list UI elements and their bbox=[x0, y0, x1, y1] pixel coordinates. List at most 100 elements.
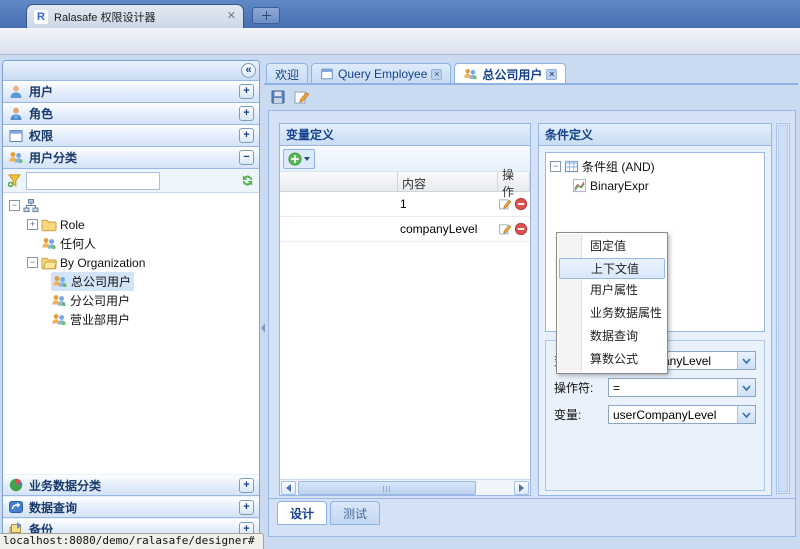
user-icon bbox=[8, 84, 24, 100]
expand-expander-icon[interactable]: + bbox=[27, 219, 38, 230]
tree-node-label: By Organization bbox=[60, 256, 145, 270]
tree-node-sales-users[interactable]: 营业部用户 bbox=[3, 310, 259, 329]
menu-item-fixed-value[interactable]: 固定值 bbox=[557, 235, 667, 258]
new-tab-button[interactable] bbox=[252, 7, 280, 24]
horizontal-scrollbar[interactable] bbox=[280, 479, 530, 495]
menu-item-business-data-attribute[interactable]: 业务数据属性 bbox=[557, 302, 667, 325]
tab-hq-users[interactable]: 总公司用户 × bbox=[454, 63, 566, 84]
dropdown-caret-icon bbox=[304, 157, 310, 161]
tree-node-label: 营业部用户 bbox=[70, 311, 130, 328]
sidebar-item-user-category[interactable]: 用户分类 − bbox=[3, 147, 259, 169]
collapse-expander-icon[interactable]: − bbox=[27, 257, 38, 268]
tree-node-label: 分公司用户 bbox=[70, 292, 130, 309]
tree-node-hq-users[interactable]: 总公司用户 bbox=[3, 272, 259, 291]
user-group-icon bbox=[51, 312, 67, 328]
tab-close-icon[interactable]: × bbox=[546, 69, 557, 80]
expand-toggle-icon[interactable]: + bbox=[239, 500, 254, 515]
menu-item-user-attribute[interactable]: 用户属性 bbox=[557, 279, 667, 302]
tree-node-by-organization[interactable]: − By Organization bbox=[3, 253, 259, 272]
right-variable-select[interactable]: userCompanyLevel bbox=[608, 405, 756, 424]
edit-row-icon[interactable] bbox=[498, 222, 512, 236]
select-value: = bbox=[609, 379, 737, 396]
collapse-expander-icon[interactable]: − bbox=[550, 161, 561, 172]
scroll-right-button[interactable] bbox=[514, 481, 529, 495]
user-group-icon bbox=[51, 293, 67, 309]
tab-query-employee[interactable]: Query Employee × bbox=[311, 63, 451, 84]
table-row[interactable]: companyLevel bbox=[280, 217, 530, 242]
table-row[interactable]: 1 bbox=[280, 192, 530, 217]
app-window: R Ralasafe 权限设计器 ✕ localhost:8080/demo/r… bbox=[0, 0, 800, 549]
add-plus-icon bbox=[288, 152, 302, 166]
sidebar-item-data-query[interactable]: 数据查询 + bbox=[3, 496, 259, 518]
collapse-toggle-icon[interactable]: − bbox=[239, 150, 254, 165]
category-filter-bar bbox=[3, 169, 259, 193]
browser-tab[interactable]: R Ralasafe 权限设计器 ✕ bbox=[26, 4, 244, 28]
refresh-icon[interactable] bbox=[240, 173, 255, 188]
filter-funnel-icon[interactable] bbox=[7, 173, 22, 188]
tab-test[interactable]: 测试 bbox=[330, 501, 380, 525]
tree-node-branch-users[interactable]: 分公司用户 bbox=[3, 291, 259, 310]
form-row-variable-right: 变量: userCompanyLevel bbox=[554, 405, 756, 424]
chevron-down-icon[interactable] bbox=[737, 406, 755, 423]
tree-root-node[interactable]: − bbox=[3, 196, 259, 215]
ralasafe-favicon: R bbox=[34, 10, 48, 24]
menu-item-arith-formula[interactable]: 算数公式 bbox=[557, 348, 667, 371]
chevron-down-icon[interactable] bbox=[737, 379, 755, 396]
sidebar-item-label: 数据查询 bbox=[29, 499, 234, 516]
edit-icon[interactable] bbox=[293, 89, 310, 105]
menu-item-data-query[interactable]: 数据查询 bbox=[557, 325, 667, 348]
filter-input[interactable] bbox=[26, 172, 160, 190]
main-toolbar bbox=[266, 86, 796, 108]
thumb-grip bbox=[383, 486, 391, 492]
tab-label: 欢迎 bbox=[275, 66, 299, 83]
sidebar-item-roles[interactable]: 角色 + bbox=[3, 103, 259, 125]
delete-row-icon[interactable] bbox=[514, 197, 528, 211]
tab-close-icon[interactable]: × bbox=[431, 69, 442, 80]
scrollbar-thumb[interactable] bbox=[778, 125, 788, 492]
main-tab-strip: 欢迎 Query Employee × 总公司用户 × bbox=[266, 62, 796, 84]
condition-group-label: 条件组 (AND) bbox=[582, 158, 655, 175]
save-icon[interactable] bbox=[270, 89, 286, 105]
binary-expr-node[interactable]: BinaryExpr bbox=[550, 176, 764, 195]
tab-welcome[interactable]: 欢迎 bbox=[266, 63, 308, 84]
sidebar-item-users[interactable]: 用户 + bbox=[3, 81, 259, 103]
sidebar-collapse-button[interactable]: « bbox=[241, 63, 256, 78]
tree-node-role[interactable]: + Role bbox=[3, 215, 259, 234]
sidebar-item-label: 角色 bbox=[29, 105, 234, 122]
window-icon bbox=[320, 67, 334, 81]
sidebar-item-business-data-category[interactable]: 业务数据分类 + bbox=[3, 474, 259, 496]
bottom-tab-strip: 设计 测试 bbox=[269, 498, 795, 528]
operator-select[interactable]: = bbox=[608, 378, 756, 397]
chevron-down-icon[interactable] bbox=[737, 352, 755, 369]
sidebar-item-permissions[interactable]: 权限 + bbox=[3, 125, 259, 147]
scroll-left-button[interactable] bbox=[281, 481, 296, 495]
folder-icon bbox=[41, 217, 57, 233]
expand-toggle-icon[interactable]: + bbox=[239, 84, 254, 99]
sidebar-item-label: 权限 bbox=[29, 127, 234, 144]
collapse-expander-icon[interactable]: − bbox=[9, 200, 20, 211]
sidebar-header: « bbox=[3, 61, 259, 81]
edit-row-icon[interactable] bbox=[498, 197, 512, 211]
vertical-scrollbar[interactable] bbox=[776, 123, 790, 494]
expand-toggle-icon[interactable]: + bbox=[239, 106, 254, 121]
tree-node-anyone[interactable]: 任何人 bbox=[3, 234, 259, 253]
browser-tab-strip: R Ralasafe 权限设计器 ✕ bbox=[0, 0, 800, 28]
sidebar-bottom-panels: 业务数据分类 + 数据查询 + 备份 + bbox=[3, 474, 259, 540]
add-variable-button[interactable] bbox=[283, 149, 315, 169]
tab-design[interactable]: 设计 bbox=[277, 501, 327, 525]
panel-title: 条件定义 bbox=[539, 124, 771, 146]
scrollbar-thumb[interactable] bbox=[298, 481, 476, 495]
expand-toggle-icon[interactable]: + bbox=[239, 478, 254, 493]
variable-definition-panel: 变量定义 内容 操作 1 bbox=[279, 123, 531, 496]
condition-group-node[interactable]: − 条件组 (AND) bbox=[550, 157, 764, 176]
cell-operations bbox=[498, 197, 530, 211]
field-label: 变量: bbox=[554, 406, 608, 423]
sidebar-splitter-handle[interactable] bbox=[261, 323, 265, 333]
sidebar-item-label: 用户 bbox=[29, 83, 234, 100]
column-content: 内容 bbox=[398, 172, 498, 191]
menu-item-context-value[interactable]: 上下文值 bbox=[559, 258, 665, 279]
tab-close-icon[interactable]: ✕ bbox=[227, 11, 236, 22]
delete-row-icon[interactable] bbox=[514, 222, 528, 236]
cell-content: companyLevel bbox=[398, 222, 498, 236]
expand-toggle-icon[interactable]: + bbox=[239, 128, 254, 143]
